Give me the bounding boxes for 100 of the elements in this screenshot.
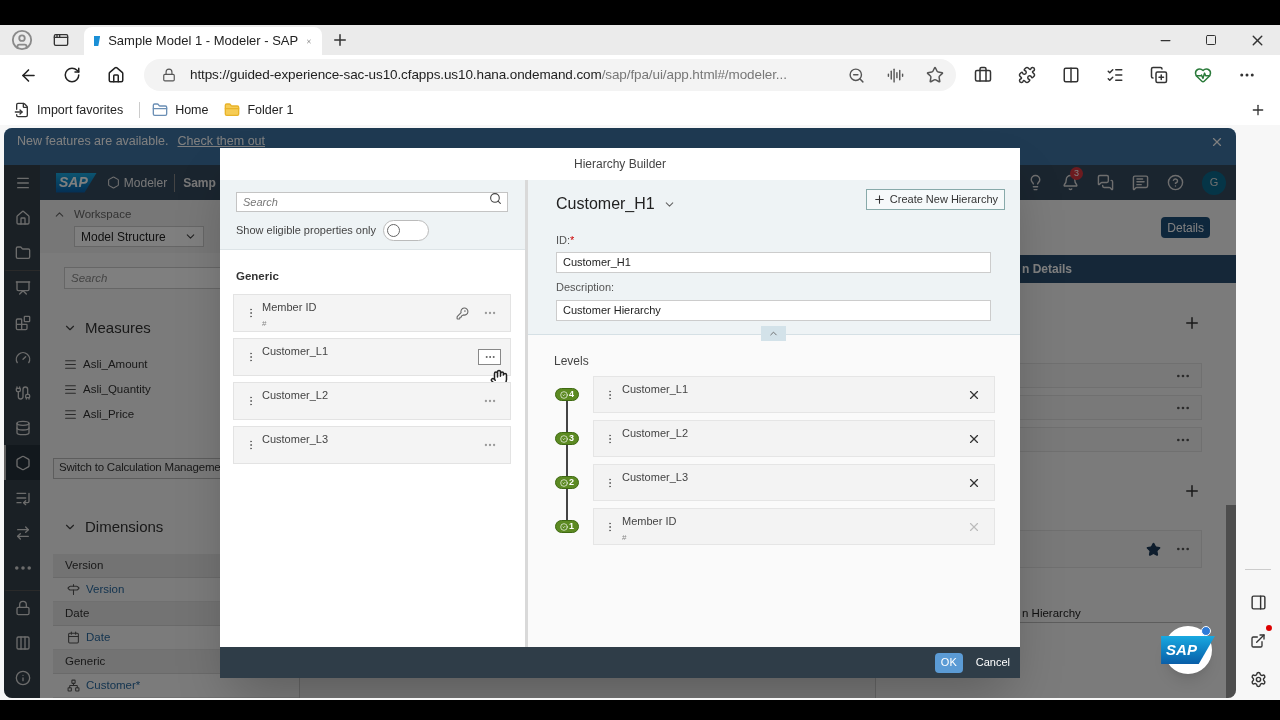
zoom-out-icon[interactable]	[848, 66, 865, 84]
presentation-icon	[15, 280, 31, 296]
field-label: Description:	[556, 280, 616, 295]
level-number: 3	[569, 431, 574, 445]
plus-icon	[872, 193, 886, 206]
cancel-button[interactable]: Cancel	[975, 654, 1010, 671]
chat-icon[interactable]	[1097, 174, 1114, 191]
add-icon[interactable]	[1183, 314, 1201, 332]
hierarchy-dropdown[interactable]: Customer_H1	[556, 192, 676, 216]
lock-icon	[15, 600, 31, 616]
check-icon	[560, 522, 568, 531]
import-icon	[14, 102, 30, 118]
address-bar[interactable]: https://guided-experience-sac-us10.cfapps.us10.hana.ondemand.com/sap/fpa/ui/app.html#/modeler...	[144, 59, 956, 91]
notification-text: New features are available.	[17, 133, 169, 151]
add-icon[interactable]	[1250, 102, 1266, 118]
level-name: Customer_L2	[622, 426, 689, 441]
search-icon[interactable]	[489, 192, 502, 205]
sap-logo: SAP	[56, 172, 97, 193]
check-icon	[560, 434, 568, 443]
property-item[interactable]: Customer_L2	[233, 382, 511, 421]
favicon	[94, 36, 101, 46]
property-name: Customer_L2	[262, 388, 329, 404]
property-type: #	[262, 317, 268, 330]
more-icon	[15, 565, 31, 570]
info-icon	[15, 669, 31, 686]
more-button[interactable]	[478, 349, 501, 366]
home-icon[interactable]	[107, 66, 125, 84]
home-icon	[15, 209, 31, 226]
sap-logo: SAP	[1161, 636, 1215, 664]
property-name: Member ID	[262, 300, 317, 316]
level-item[interactable]: Customer_L2	[593, 420, 995, 457]
level-number: 1	[569, 519, 574, 533]
search-field[interactable]: Search	[236, 192, 508, 212]
briefcase-icon[interactable]	[974, 66, 992, 84]
external-link-icon[interactable]	[1250, 633, 1266, 649]
id-field[interactable]: Customer_H1	[556, 251, 991, 273]
help-icon[interactable]	[1167, 174, 1184, 191]
app-name[interactable]: Modeler	[123, 173, 168, 192]
workspace-label: Workspace	[74, 207, 133, 222]
calendar-icon	[67, 631, 80, 644]
heart-pulse-icon[interactable]	[1194, 66, 1212, 84]
description-field[interactable]: Customer Hierarchy	[556, 299, 991, 321]
collections-icon[interactable]	[1150, 66, 1168, 84]
level-number: 2	[569, 475, 574, 489]
settings-icon[interactable]	[1249, 671, 1267, 688]
property-item[interactable]: Customer_L3	[233, 426, 511, 465]
details-button[interactable]: Details	[1161, 217, 1210, 238]
bookmark[interactable]: Import favorites	[14, 100, 124, 120]
lock-icon	[162, 68, 176, 82]
required-mark: *	[570, 233, 575, 248]
level-name: Member ID	[622, 514, 677, 529]
field-label: ID:	[556, 233, 571, 248]
create-hierarchy-button[interactable]: Create New Hierarchy	[865, 189, 1005, 210]
database-icon	[15, 419, 31, 436]
reload-icon[interactable]	[63, 66, 81, 84]
section-title: Measures	[85, 318, 151, 338]
level-number: 4	[569, 387, 574, 401]
property-item[interactable]: Member ID #	[233, 294, 511, 333]
add-icon[interactable]	[1183, 482, 1201, 500]
bell-icon[interactable]	[1062, 174, 1079, 191]
lines-icon	[64, 408, 77, 421]
folder-icon	[224, 102, 241, 118]
level-type: #	[622, 531, 628, 544]
lines-icon	[64, 383, 77, 396]
section-title: Dimensions	[85, 516, 164, 537]
hexagon-icon	[106, 176, 120, 189]
level-item[interactable]: Customer_L3	[593, 464, 995, 501]
url-text: https://guided-experience-sac-us10.cfapps.us10.hana.ondemand.com/sap/fpa/ui/app.html#/modeler...	[190, 65, 787, 84]
nav-item[interactable]	[4, 445, 40, 480]
check-icon	[560, 478, 568, 487]
blocks-icon	[15, 314, 31, 331]
dialog-title: Hierarchy Builder	[573, 156, 666, 173]
panel-title: n Details	[1022, 261, 1072, 278]
signpost-icon	[67, 583, 80, 596]
maximize-icon[interactable]	[1205, 34, 1217, 46]
bookmark[interactable]: Home	[152, 100, 209, 120]
level-name: Customer_L3	[622, 470, 689, 485]
sidebar-icon[interactable]	[1249, 594, 1267, 611]
scrollbar[interactable]	[1226, 505, 1236, 698]
lines-icon	[64, 358, 77, 371]
property-name: Customer_L3	[262, 432, 329, 448]
gauge-icon	[15, 349, 31, 366]
group-title: Generic	[236, 269, 280, 284]
toggle-label: Show eligible properties only	[236, 223, 377, 239]
browser-tab[interactable]: Sample Model 1 - Modeler - SAP	[84, 27, 322, 55]
level-item[interactable]: Member ID #	[593, 508, 995, 545]
level-item[interactable]: Customer_L1	[593, 376, 995, 413]
profile-icon[interactable]	[11, 29, 33, 51]
notification-badge: 3	[1070, 167, 1083, 180]
bookmark[interactable]: Folder 1	[224, 100, 294, 120]
tab-title: Sample Model 1 - Modeler - SAP	[108, 32, 299, 51]
toggle-switch[interactable]	[383, 220, 430, 241]
arrows-icon	[15, 524, 31, 541]
new-tab-icon[interactable]	[331, 31, 349, 49]
tab-actions-icon[interactable]	[53, 32, 69, 48]
workspace-select[interactable]: Model Structure	[74, 226, 204, 248]
star-icon[interactable]	[926, 66, 944, 84]
split-screen-icon[interactable]	[1062, 66, 1080, 84]
extensions-icon[interactable]	[1018, 66, 1036, 84]
feedback-icon[interactable]	[1132, 174, 1149, 191]
